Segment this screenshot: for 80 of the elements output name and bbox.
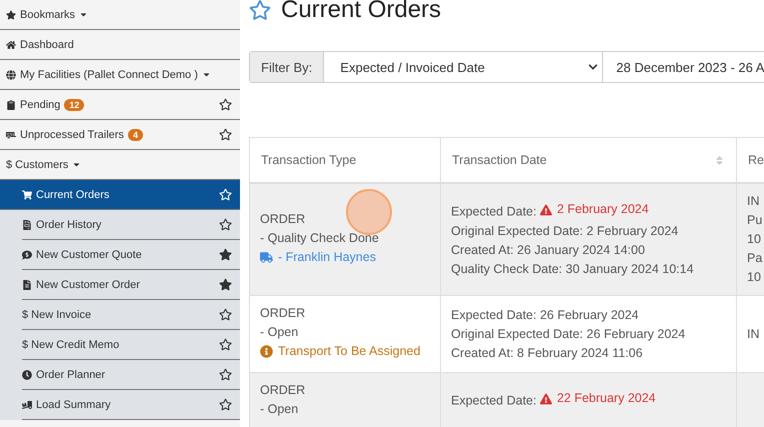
star-icon[interactable] [219, 308, 232, 321]
item-label: Order Planner [36, 368, 106, 380]
cell-text: Pu [747, 212, 764, 229]
item-label: My Facilities (Pallet Connect Demo ) [20, 68, 198, 80]
order-status: - Quality Check Done [260, 230, 380, 247]
item-icon [22, 370, 32, 380]
star-icon[interactable] [219, 398, 232, 411]
count-badge: 12 [64, 98, 84, 110]
item-label: New Customer Order [36, 278, 140, 290]
star-icon[interactable] [219, 188, 232, 201]
warning-icon [540, 392, 552, 405]
item-icon [22, 280, 32, 290]
header-label: Transaction Type [261, 153, 356, 167]
cell-text: 10 [747, 269, 762, 286]
star-icon[interactable] [219, 98, 232, 111]
cell-text: IN [747, 326, 760, 342]
date-line: Quality Check Date: 30 January 2024 10:14 [451, 260, 695, 278]
truck-icon [260, 250, 273, 264]
order-status: - Open [260, 324, 300, 341]
cell-text: IN [747, 193, 760, 210]
date-line: Created At: 8 February 2024 11:06 [451, 344, 644, 362]
sidebar-item[interactable]: Unprocessed Trailers 4 [0, 120, 240, 150]
sidebar-item[interactable]: Pending 12 [0, 90, 240, 120]
item-label: New Customer Quote [36, 248, 142, 260]
item-label: Pending [20, 98, 60, 110]
sidebar-item[interactable]: Order History [22, 210, 240, 240]
sidebar-item[interactable]: Order Planner [22, 360, 240, 390]
item-label: Order History [36, 218, 102, 230]
item-icon [22, 250, 32, 260]
click-indicator [346, 189, 392, 235]
date-line: Original Expected Date: 26 February 2024 [451, 326, 686, 343]
cell-text: 10 [747, 231, 762, 248]
header-label: Re [748, 153, 764, 167]
item-icon [6, 10, 16, 20]
item-label: Bookmarks [20, 8, 76, 20]
date-line: Expected Date: 22 February 2024 [451, 390, 657, 410]
transport-link[interactable]: Transport To Be Assigned [260, 342, 420, 361]
filled-star-icon[interactable] [219, 248, 232, 261]
order-status: - Open [260, 401, 300, 418]
sidebar-item[interactable]: Dashboard [0, 30, 240, 60]
star-icon[interactable] [249, 0, 271, 21]
warning-icon [540, 204, 552, 216]
item-label: Unprocessed Trailers [20, 128, 124, 140]
item-icon [22, 400, 32, 410]
star-icon[interactable] [219, 128, 232, 141]
item-icon [22, 220, 32, 230]
sidebar-item[interactable]: $ New Invoice [22, 300, 240, 330]
sidebar-item[interactable]: Bookmarks [0, 0, 240, 30]
date-line: Expected Date: 2 February 2024 [451, 201, 650, 221]
item-label: Load Summary [36, 398, 111, 410]
sidebar-item[interactable]: My Facilities (Pallet Connect Demo ) [0, 60, 240, 90]
star-icon[interactable] [219, 338, 232, 351]
date-line: Original Expected Date: 2 February 2024 [451, 222, 680, 240]
item-icon [6, 70, 16, 80]
order-type: ORDER [260, 382, 306, 399]
item-icon [6, 100, 16, 110]
header-label: Transaction Date [452, 153, 547, 167]
item-label: $ New Credit Memo [22, 338, 120, 350]
date-line: Created At: 26 January 2024 14:00 [451, 242, 646, 259]
order-type: ORDER [260, 305, 306, 322]
star-icon[interactable] [219, 368, 232, 381]
item-label: $ New Invoice [22, 308, 92, 320]
cell-text: Pa [747, 250, 764, 267]
item-icon [6, 40, 16, 50]
star-icon[interactable] [219, 218, 232, 231]
item-label: Dashboard [20, 38, 74, 50]
info-icon [260, 345, 273, 358]
sidebar-item[interactable]: New Customer Order [22, 270, 240, 300]
item-icon [6, 130, 16, 140]
count-badge: 4 [128, 128, 143, 140]
item-label: Current Orders [36, 188, 110, 200]
sidebar-item[interactable]: Current Orders [0, 180, 240, 210]
date-line: Expected Date: 26 February 2024 [451, 306, 640, 324]
sidebar-item[interactable]: $ New Credit Memo [22, 330, 240, 360]
filled-star-icon[interactable] [219, 278, 232, 291]
sidebar-item[interactable]: Load Summary [22, 390, 240, 420]
sidebar-item[interactable]: New Customer Quote [22, 240, 240, 270]
item-label: $ Customers [6, 158, 68, 170]
order-type: ORDER [260, 210, 306, 228]
item-icon [22, 190, 32, 200]
